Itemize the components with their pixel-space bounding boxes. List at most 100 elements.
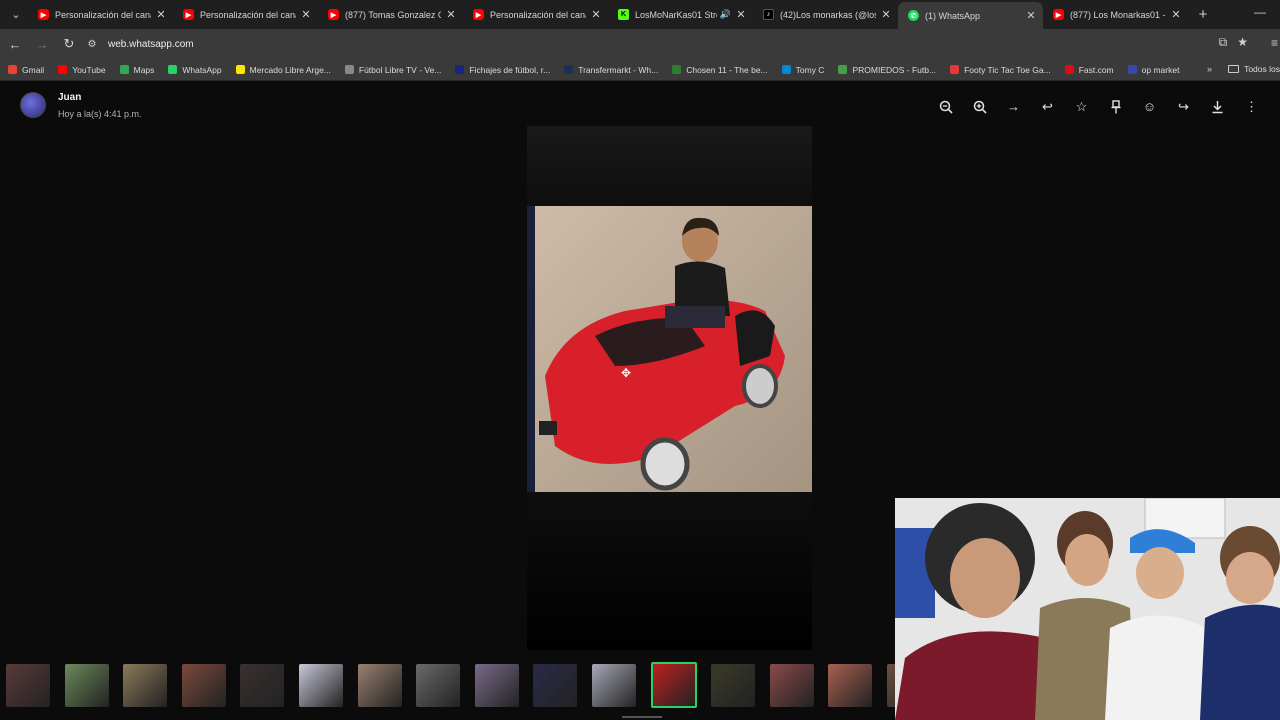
minimize-icon[interactable]: —: [1254, 5, 1266, 19]
browser-tab[interactable]: ♪ (42)Los monarkas (@losm ✕: [753, 0, 898, 29]
reply-icon[interactable]: ↩: [1037, 96, 1058, 117]
bookmark-label: op market: [1141, 64, 1180, 75]
thumbnail[interactable]: [711, 663, 756, 707]
message-timestamp: Hoy a la(s) 4:41 p.m.: [58, 109, 142, 119]
thumbnail-selected[interactable]: [650, 662, 697, 708]
bookmark-favicon-icon: [672, 65, 682, 74]
bookmark-star-icon[interactable]: ★: [1237, 35, 1248, 50]
media-frame: ✥: [527, 126, 812, 650]
avatar[interactable]: [20, 92, 46, 118]
thumbnail[interactable]: [416, 663, 461, 707]
more-icon[interactable]: ⋮: [1241, 96, 1262, 117]
thumbnail[interactable]: [181, 663, 226, 707]
browser-tab[interactable]: ▶ (877) Tomas Gonzalez Co ✕: [318, 0, 463, 29]
bookmark-item[interactable]: Footy Tic Tac Toe Ga...: [950, 65, 1051, 75]
all-bookmarks-button[interactable]: Todos los: [1228, 64, 1280, 74]
pin-icon[interactable]: [1105, 96, 1126, 117]
site-info-icon[interactable]: ⚙: [84, 36, 100, 52]
thumbnail[interactable]: [591, 663, 636, 707]
bookmark-favicon-icon: [8, 65, 17, 74]
bookmark-item[interactable]: op market: [1127, 64, 1180, 75]
tab-title: (877) Los Monarkas01 - Yo: [1070, 9, 1166, 20]
close-icon[interactable]: ✕: [1170, 8, 1182, 21]
browser-tab[interactable]: ▶ (877) Los Monarkas01 - Yo ✕: [1043, 0, 1188, 29]
media-photo[interactable]: [535, 206, 812, 492]
bookmark-item[interactable]: Gmail: [8, 65, 44, 75]
close-icon[interactable]: ✕: [1025, 9, 1037, 22]
browser-tab[interactable]: ✆ (1) WhatsApp ✕: [898, 2, 1043, 29]
bookmark-favicon-icon: [119, 65, 129, 74]
side-panel-icon[interactable]: ≡: [1271, 36, 1278, 50]
zoom-out-icon[interactable]: [935, 96, 956, 117]
bookmark-label: Chosen 11 - The be...: [686, 64, 768, 75]
install-app-icon[interactable]: ⧉: [1219, 35, 1228, 50]
bookmark-item[interactable]: Tomy C: [781, 65, 824, 75]
tab-title: (42)Los monarkas (@losm: [780, 9, 876, 20]
bookmark-favicon-icon: [564, 65, 574, 74]
close-icon[interactable]: ✕: [880, 8, 892, 21]
forward-icon[interactable]: ↪: [1173, 96, 1194, 117]
bookmark-item[interactable]: PROMIEDOS - Futb...: [838, 65, 936, 75]
thumbnail[interactable]: [828, 663, 873, 707]
thumbnail[interactable]: [240, 663, 285, 707]
bookmark-label: Fast.com: [1078, 64, 1114, 75]
close-icon[interactable]: ✕: [735, 8, 747, 21]
bookmark-item[interactable]: Transfermarkt - Wh...: [564, 65, 658, 75]
tab-title: LosMoNarKas01 Strea: [635, 9, 717, 20]
bookmark-label: PROMIEDOS - Futb...: [852, 64, 937, 75]
arrow-right-icon[interactable]: →: [1003, 96, 1024, 117]
emoji-icon[interactable]: ☺: [1139, 96, 1160, 117]
close-icon[interactable]: ✕: [155, 8, 167, 21]
address-bar[interactable]: ⚙ web.whatsapp.com ⧉ ★: [84, 33, 1254, 55]
cursor-icon: ✥: [621, 366, 632, 380]
browser-tab[interactable]: ▶ Personalización del canal ✕: [463, 0, 608, 29]
bookmark-item[interactable]: Fútbol Libre TV - Ve...: [344, 65, 441, 75]
browser-tab[interactable]: ▶ Personalización del canal ✕: [173, 0, 318, 29]
thumbnail[interactable]: [64, 663, 109, 707]
tab-title: Personalización del canal: [490, 9, 586, 20]
new-tab-button[interactable]: +: [1192, 4, 1214, 26]
star-icon[interactable]: ☆: [1071, 96, 1092, 117]
close-icon[interactable]: ✕: [445, 8, 457, 21]
bookmark-item[interactable]: Chosen 11 - The be...: [672, 64, 768, 75]
reload-icon[interactable]: ↻: [57, 32, 81, 56]
thumbnail[interactable]: [769, 663, 814, 707]
bookmarks-overflow-icon[interactable]: »: [1207, 64, 1212, 74]
bookmark-item[interactable]: Maps: [119, 65, 154, 75]
bookmark-item[interactable]: Fast.com: [1064, 64, 1114, 75]
thumbnail[interactable]: [6, 663, 50, 707]
close-icon[interactable]: ✕: [590, 8, 602, 21]
url-text[interactable]: web.whatsapp.com: [108, 39, 194, 50]
thumbnail[interactable]: [123, 663, 168, 707]
bookmark-item[interactable]: WhatsApp: [168, 65, 222, 75]
thumbnail[interactable]: [298, 663, 343, 707]
bookmark-label: Gmail: [22, 64, 45, 75]
bookmark-label: Transfermarkt - Wh...: [578, 64, 659, 75]
tab-search-icon[interactable]: ⌄: [4, 4, 28, 26]
browser-tab[interactable]: ▶ Personalización del canal ✕: [28, 0, 173, 29]
tabs: ▶ Personalización del canal ✕ ▶ Personalizac…: [28, 0, 1188, 29]
thumbnail[interactable]: [533, 663, 578, 707]
bookmark-item[interactable]: YouTube: [58, 65, 106, 75]
bookmark-favicon-icon: [1127, 65, 1137, 74]
close-icon[interactable]: ✕: [300, 8, 312, 21]
all-bookmarks-label: Todos los: [1244, 64, 1280, 74]
bookmark-favicon-icon: [455, 65, 465, 74]
audio-icon[interactable]: 🔊: [720, 9, 731, 20]
bookmark-label: Fichajes de fútbol, r...: [469, 64, 551, 75]
thumbnail[interactable]: [357, 663, 402, 707]
bookmark-favicon-icon: [344, 65, 354, 74]
bookmark-item[interactable]: Mercado Libre Arge...: [235, 65, 331, 75]
thumbnail[interactable]: [474, 663, 519, 707]
back-icon[interactable]: ←: [3, 32, 27, 56]
toy-car-photo: [535, 206, 812, 492]
forward-nav-icon[interactable]: →: [30, 32, 54, 56]
photo-edge: [527, 206, 535, 492]
sender-info[interactable]: Juan Hoy a la(s) 4:41 p.m.: [20, 92, 142, 119]
download-icon[interactable]: [1207, 96, 1228, 117]
bookmark-item[interactable]: Fichajes de fútbol, r...: [455, 65, 550, 75]
youtube-icon: ▶: [183, 9, 194, 20]
thumbnail-scroll-indicator[interactable]: [622, 716, 662, 718]
browser-tab[interactable]: K LosMoNarKas01 Strea🔊 ✕: [608, 0, 753, 29]
zoom-in-icon[interactable]: [969, 96, 990, 117]
